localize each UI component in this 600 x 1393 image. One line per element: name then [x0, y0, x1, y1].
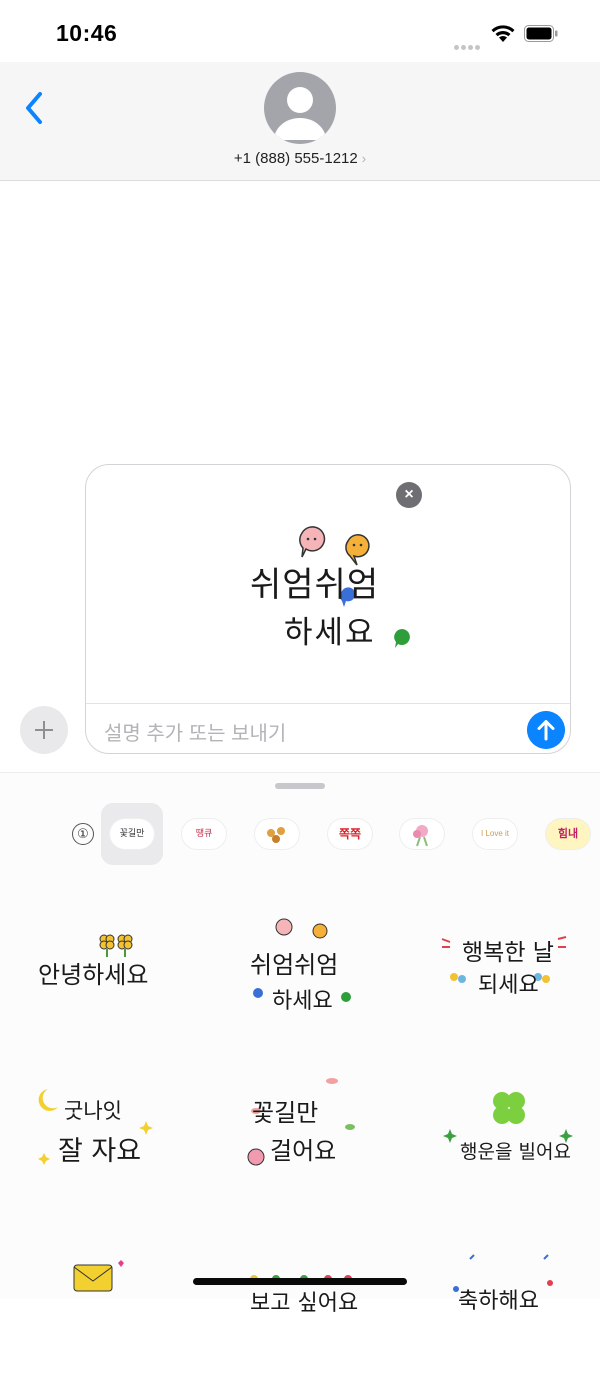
sticker-haengbok[interactable]: 행복한 날 되세요 [400, 903, 600, 1053]
hearts-icon [267, 827, 285, 843]
tab-pack-1[interactable]: 꽃길만 [101, 803, 163, 865]
send-arrow-button[interactable] [527, 711, 565, 749]
sticker-bogo-sipeoyo[interactable]: 보고 싶어요 [200, 1243, 400, 1393]
sticker-goodnight[interactable]: 굿나잇 잘 자요 [0, 1073, 200, 1223]
status-bar: 10:46 [0, 0, 600, 62]
sticker-pack-tabs: ① 꽃길만 땡큐 쪽쪽 I Love it 힘내 [0, 803, 600, 867]
decor-dots [324, 625, 364, 655]
pack-thumbnail: 힘내 [546, 819, 590, 849]
pack-thumbnail: I Love it [473, 819, 517, 849]
sticker-drawer: ① 꽃길만 땡큐 쪽쪽 I Love it 힘내 안녕하세요 쉬엄쉬엄 하세요 … [0, 772, 600, 1316]
tab-pack-5[interactable] [391, 803, 453, 865]
green-bubble-icon [394, 629, 410, 648]
contact-avatar[interactable] [264, 72, 336, 144]
sticker-text: 축하해요 [458, 1289, 539, 1314]
pack-thumbnail: 꽃길만 [110, 819, 154, 849]
sticker-chukha[interactable]: 축하해요 [400, 1243, 600, 1393]
sticker-line-2: 되세요 [478, 973, 539, 998]
contact-name[interactable]: +1 (888) 555-1212 › [0, 150, 600, 167]
sticker-line-1: 쉬엄쉬엄 [250, 951, 339, 979]
sticker-line-1: 굿나잇 [64, 1099, 122, 1123]
chevron-right-icon: › [361, 151, 367, 166]
pack-thumbnail [255, 819, 299, 849]
message-compose-field[interactable]: × 쉬엄쉬엄 하세요 설명 추가 또는 보내기 [85, 464, 571, 754]
sticker-annyeong[interactable]: 안녕하세요 [0, 903, 200, 1053]
speech-bubble-icons [275, 918, 328, 939]
sticker-line-1: 쉬엄쉬엄 [250, 565, 380, 605]
compose-divider [86, 703, 570, 704]
wifi-icon [491, 25, 515, 42]
tab-pack-4[interactable]: 쪽쪽 [319, 803, 381, 865]
sticker-haengun[interactable]: 행운을 빌어요 [400, 1073, 600, 1223]
sticker-swieom[interactable]: 쉬엄쉬엄 하세요 [200, 903, 400, 1053]
tab-pack-7[interactable]: 힘내 [537, 803, 599, 865]
sticker-text: 안녕하세요 [38, 961, 149, 989]
tab-pack-2[interactable]: 땡큐 [173, 803, 235, 865]
tab-recent[interactable]: ① [28, 803, 94, 865]
clock: 10:46 [56, 20, 118, 46]
bouquet-icon [413, 825, 428, 847]
back-chevron-icon[interactable] [20, 90, 50, 126]
message-input[interactable]: 설명 추가 또는 보내기 [104, 717, 286, 746]
recent-icon: ① [72, 823, 94, 845]
contact-number: +1 (888) 555-1212 [233, 150, 358, 167]
sticker-text: 보고 싶어요 [250, 1291, 359, 1316]
sticker-line-1: 꽃길만 [252, 1099, 319, 1127]
conversation-header: +1 (888) 555-1212 › [0, 62, 600, 181]
sticker-envelope[interactable] [0, 1243, 200, 1393]
home-indicator[interactable] [193, 1278, 407, 1285]
cellular-signal-icon [454, 37, 484, 50]
pack-thumbnail [400, 819, 444, 849]
envelope-icon [73, 1260, 124, 1292]
sticker-kkotgil[interactable]: 꽃길만 걸어요 [200, 1073, 400, 1223]
sticker-line-2: 걸어요 [270, 1137, 337, 1165]
pack-thumbnail: 쪽쪽 [328, 819, 372, 849]
pack-thumbnail: 땡큐 [182, 819, 226, 849]
sticker-text: 행운을 빌어요 [460, 1141, 571, 1163]
drawer-grabber[interactable] [275, 783, 325, 789]
person-silhouette-icon [274, 87, 326, 140]
tab-partial[interactable] [0, 803, 12, 865]
dot-icons [253, 988, 351, 1002]
tab-pack-6[interactable]: I Love it [464, 803, 526, 865]
sticker-line-1: 행복한 날 [462, 940, 554, 966]
tab-pack-3[interactable] [246, 803, 308, 865]
sticker-line-2: 잘 자요 [58, 1136, 142, 1167]
battery-icon [524, 25, 558, 42]
add-attachment-button[interactable] [20, 706, 68, 754]
